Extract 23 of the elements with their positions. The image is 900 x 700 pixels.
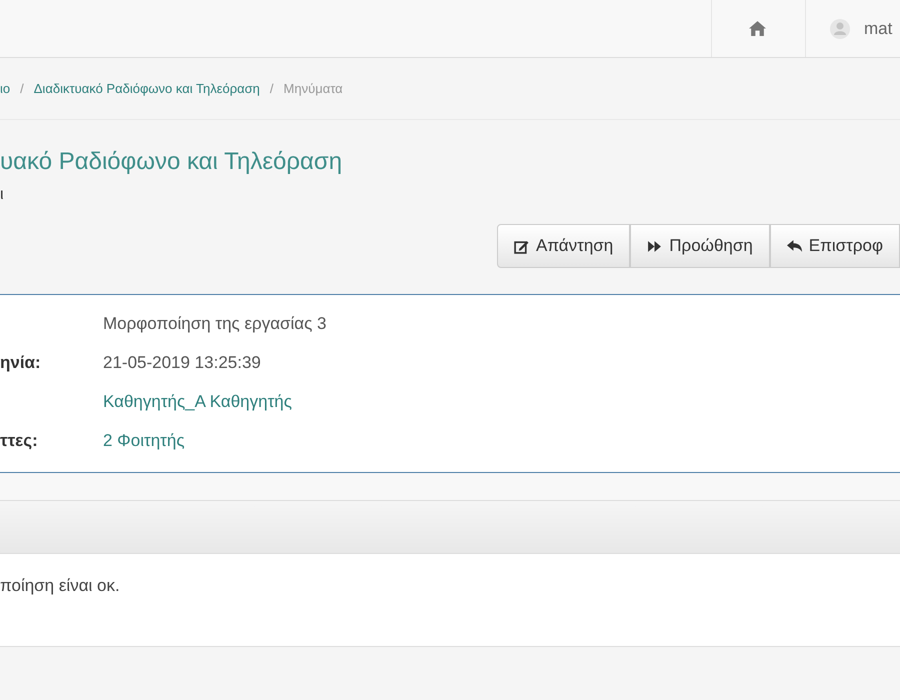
breadcrumb-link[interactable]: ιο bbox=[0, 81, 10, 96]
breadcrumb-separator: / bbox=[270, 81, 274, 96]
detail-label: ηνία: bbox=[0, 353, 41, 372]
user-avatar-icon bbox=[830, 18, 850, 38]
breadcrumb-separator: / bbox=[20, 81, 24, 96]
detail-link[interactable]: Καθηγητής_Α Καθηγητής bbox=[103, 392, 292, 412]
user-menu[interactable]: mat bbox=[805, 0, 900, 57]
back-button[interactable]: Επιστροφ bbox=[770, 224, 900, 268]
reply-arrow-icon bbox=[786, 238, 802, 254]
detail-value: Μορφοποίηση της εργασίας 3 bbox=[103, 314, 326, 334]
detail-label: ττες: bbox=[0, 431, 38, 450]
message-text: ποίηση είναι οκ. bbox=[0, 576, 120, 595]
breadcrumb-current: Μηνύματα bbox=[284, 81, 343, 96]
home-icon bbox=[749, 21, 766, 36]
detail-link[interactable]: 2 Φοιτητής bbox=[103, 431, 185, 451]
fast-forward-icon bbox=[647, 238, 662, 254]
edit-icon bbox=[514, 238, 529, 254]
page-subtitle: ι bbox=[0, 186, 5, 205]
reply-button[interactable]: Απάντηση bbox=[496, 224, 630, 268]
detail-value: 21-05-2019 13:25:39 bbox=[103, 353, 261, 373]
page-title: υακό Ραδιόφωνο και Τηλεόραση bbox=[0, 148, 344, 177]
breadcrumb-link[interactable]: Διαδικτυακό Ραδιόφωνο και Τηλεόραση bbox=[34, 81, 260, 96]
forward-button[interactable]: Προώθηση bbox=[630, 224, 770, 268]
